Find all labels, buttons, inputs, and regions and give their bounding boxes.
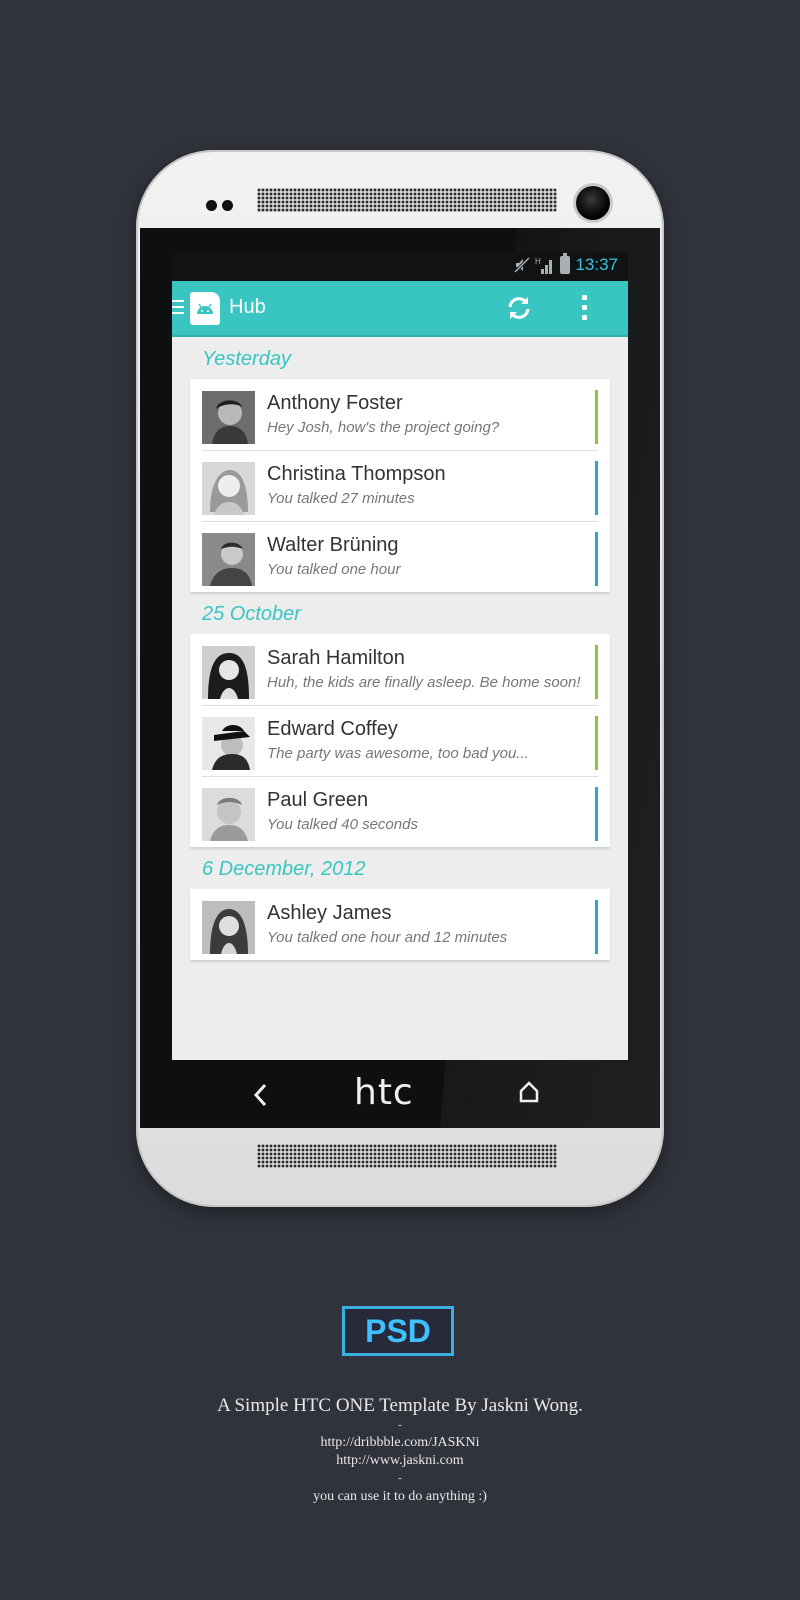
section-header-6-december-2012: 6 December, 2012 (202, 858, 366, 880)
status-accent-bar (595, 787, 598, 841)
avatar (202, 901, 255, 954)
contact-subtitle: You talked one hour and 12 minutes (267, 929, 508, 946)
light-sensor (222, 200, 233, 211)
avatar (202, 391, 255, 444)
conversation-list: Yesterday Anthony Foster Hey Josh, how's… (172, 337, 628, 960)
back-icon[interactable] (252, 1082, 268, 1108)
drawer-menu-icon[interactable] (172, 300, 184, 314)
list-item[interactable]: Anthony Foster Hey Josh, how's the proje… (190, 379, 610, 450)
avatar (202, 462, 255, 515)
contact-name: Walter Brüning (267, 534, 399, 556)
front-camera (576, 186, 610, 220)
navigation-bar: htc (140, 1060, 660, 1128)
contact-subtitle: The party was awesome, too bad you... (267, 745, 529, 762)
website-link[interactable]: http://www.jaskni.com (0, 1453, 800, 1469)
screen-bezel: H 13:37 Hub Yesterday Anthony Foster Hey… (140, 228, 660, 1128)
status-accent-bar (595, 532, 598, 586)
status-bar: H 13:37 (172, 252, 628, 281)
section-header-25-october: 25 October (202, 603, 301, 625)
avatar (202, 646, 255, 699)
home-icon[interactable] (518, 1080, 540, 1104)
htc-logo: htc (354, 1072, 414, 1113)
bottom-speaker-grille (257, 1144, 557, 1168)
app-icon[interactable] (190, 292, 220, 325)
license-note: you can use it to do anything :) (313, 1489, 487, 1504)
overflow-menu-icon[interactable] (577, 295, 591, 323)
separator: - (398, 1419, 402, 1431)
avatar (202, 717, 255, 770)
status-accent-bar (595, 900, 598, 954)
contact-subtitle: You talked 40 seconds (267, 816, 418, 833)
network-type-label: H (535, 257, 541, 266)
phone-device: H 13:37 Hub Yesterday Anthony Foster Hey… (136, 150, 664, 1207)
list-item[interactable]: Ashley James You talked one hour and 12 … (190, 889, 610, 960)
mute-icon (514, 257, 531, 273)
avatar (202, 788, 255, 841)
android-icon (197, 303, 213, 314)
contact-subtitle: You talked 27 minutes (267, 490, 415, 507)
contact-name: Edward Coffey (267, 718, 398, 740)
contact-name: Christina Thompson (267, 463, 446, 485)
contact-name: Anthony Foster (267, 392, 403, 414)
contact-name: Paul Green (267, 789, 369, 811)
section-header-yesterday: Yesterday (202, 348, 291, 370)
contact-name: Ashley James (267, 902, 392, 924)
status-time: 13:37 (575, 255, 618, 274)
contact-name: Sarah Hamilton (267, 647, 405, 669)
action-bar: Hub (172, 281, 628, 337)
status-accent-bar (595, 645, 598, 699)
section-card: Sarah Hamilton Huh, the kids are finally… (190, 634, 610, 847)
top-speaker-grille (257, 188, 557, 212)
psd-badge: PSD (342, 1306, 454, 1356)
app-title[interactable]: Hub (229, 296, 266, 319)
status-accent-bar (595, 461, 598, 515)
phone-screen: H 13:37 Hub Yesterday Anthony Foster Hey… (172, 252, 628, 1060)
signal-icon: H (535, 257, 553, 274)
list-item[interactable]: Christina Thompson You talked 27 minutes (190, 450, 610, 521)
list-item[interactable]: Sarah Hamilton Huh, the kids are finally… (190, 634, 610, 705)
contact-subtitle: Hey Josh, how's the project going? (267, 419, 500, 436)
section-card: Ashley James You talked one hour and 12 … (190, 889, 610, 960)
contact-subtitle: Huh, the kids are finally asleep. Be hom… (267, 674, 581, 691)
section-card: Anthony Foster Hey Josh, how's the proje… (190, 379, 610, 592)
refresh-icon[interactable] (504, 293, 534, 323)
list-item[interactable]: Paul Green You talked 40 seconds (190, 776, 610, 847)
status-accent-bar (595, 390, 598, 444)
list-item[interactable]: Edward Coffey The party was awesome, too… (190, 705, 610, 776)
battery-icon (560, 253, 571, 274)
proximity-sensor (206, 200, 217, 211)
credit-line: A Simple HTC ONE Template By Jaskni Wong… (217, 1395, 583, 1416)
avatar (202, 533, 255, 586)
contact-subtitle: You talked one hour (267, 561, 401, 578)
separator: - (398, 1472, 402, 1484)
list-item[interactable]: Walter Brüning You talked one hour (190, 521, 610, 592)
status-accent-bar (595, 716, 598, 770)
dribbble-link[interactable]: http://dribbble.com/JASKNi (0, 1435, 800, 1451)
